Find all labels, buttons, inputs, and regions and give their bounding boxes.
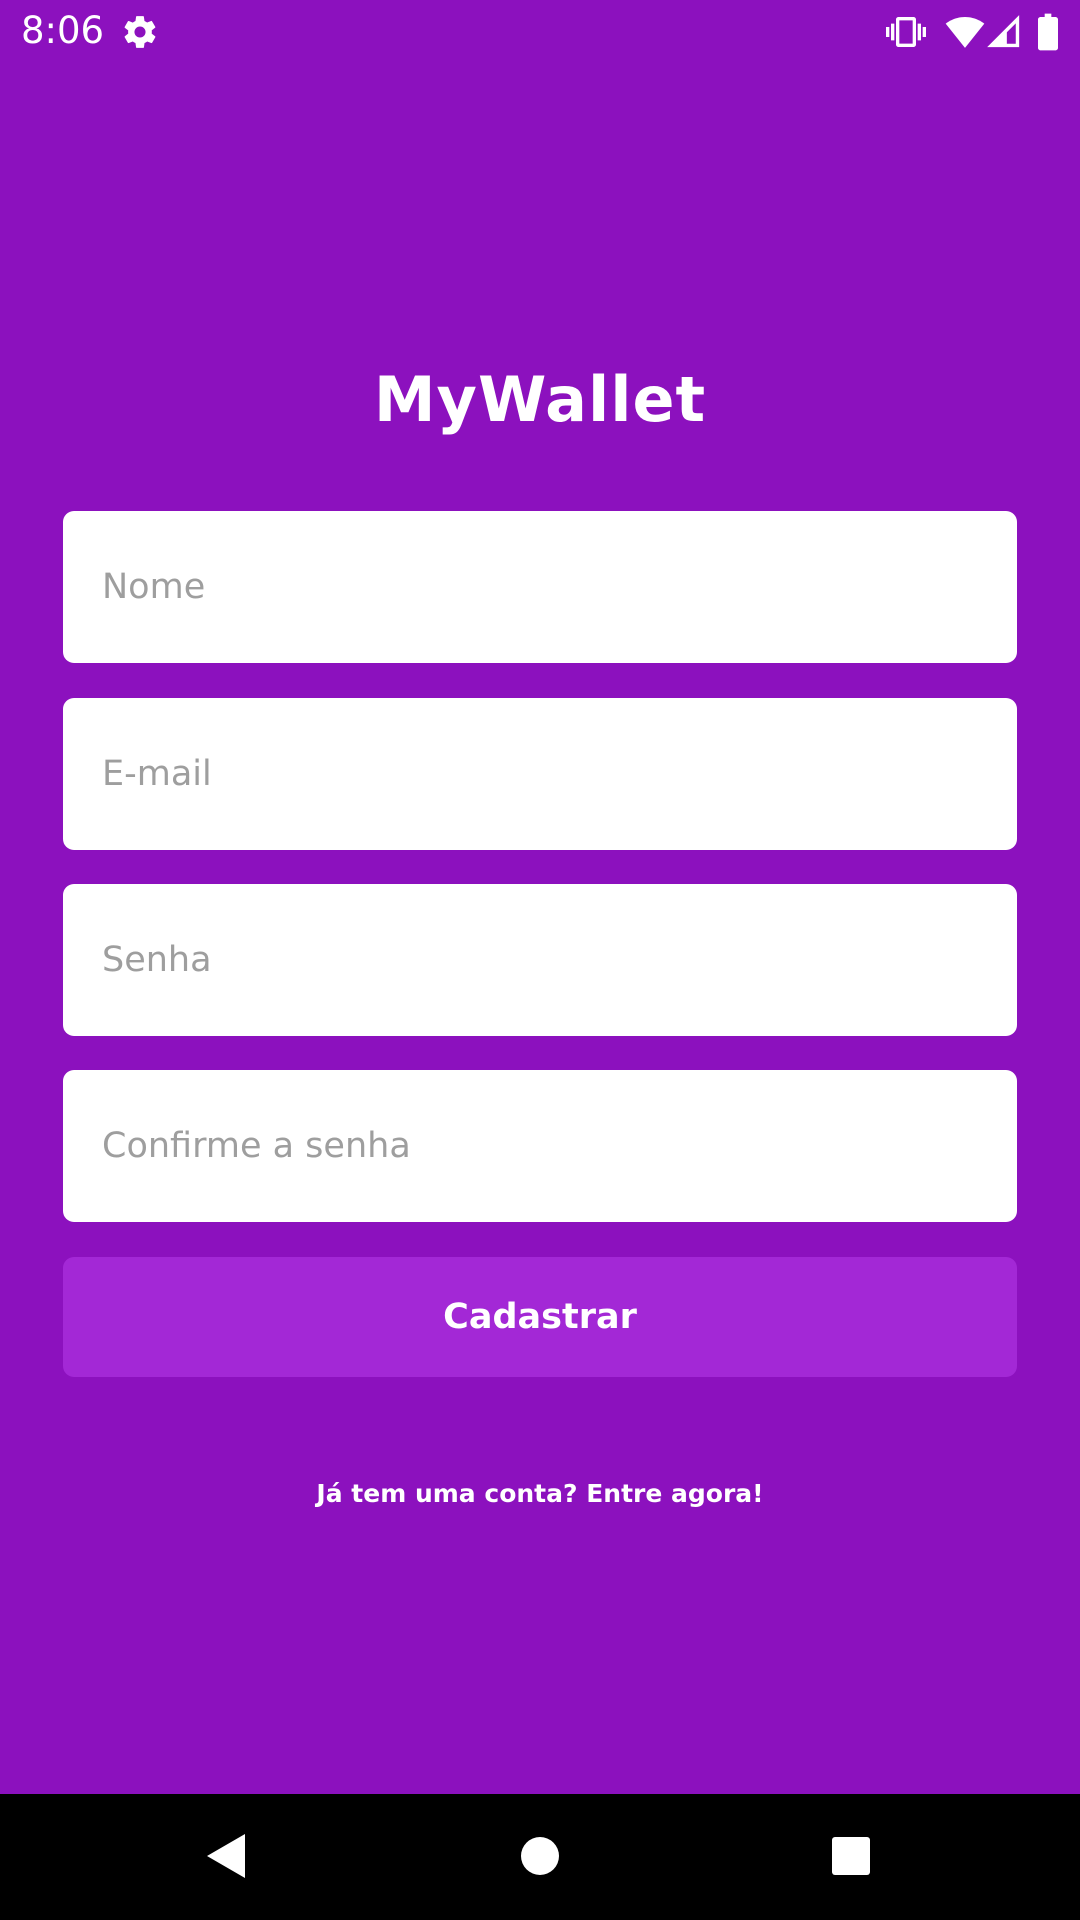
cell-signal-icon <box>987 15 1020 48</box>
wifi-icon <box>945 17 985 48</box>
status-bar: 8:06 <box>0 0 1080 63</box>
battery-icon <box>1038 13 1058 51</box>
name-input[interactable] <box>63 511 1017 663</box>
signin-link[interactable]: Já tem uma conta? Entre agora! <box>0 1476 1080 1512</box>
home-icon[interactable] <box>500 1816 580 1896</box>
email-input[interactable] <box>63 698 1017 850</box>
recents-icon[interactable] <box>811 1816 891 1896</box>
confirm-password-input[interactable] <box>63 1070 1017 1222</box>
signup-button[interactable]: Cadastrar <box>63 1257 1017 1377</box>
vibrate-icon <box>886 17 926 47</box>
navigation-bar <box>0 1794 1080 1920</box>
back-icon[interactable] <box>185 1816 265 1896</box>
status-time: 8:06 <box>21 9 105 52</box>
app-logo: MyWallet <box>373 363 707 436</box>
gear-icon <box>124 16 156 48</box>
password-input[interactable] <box>63 884 1017 1036</box>
